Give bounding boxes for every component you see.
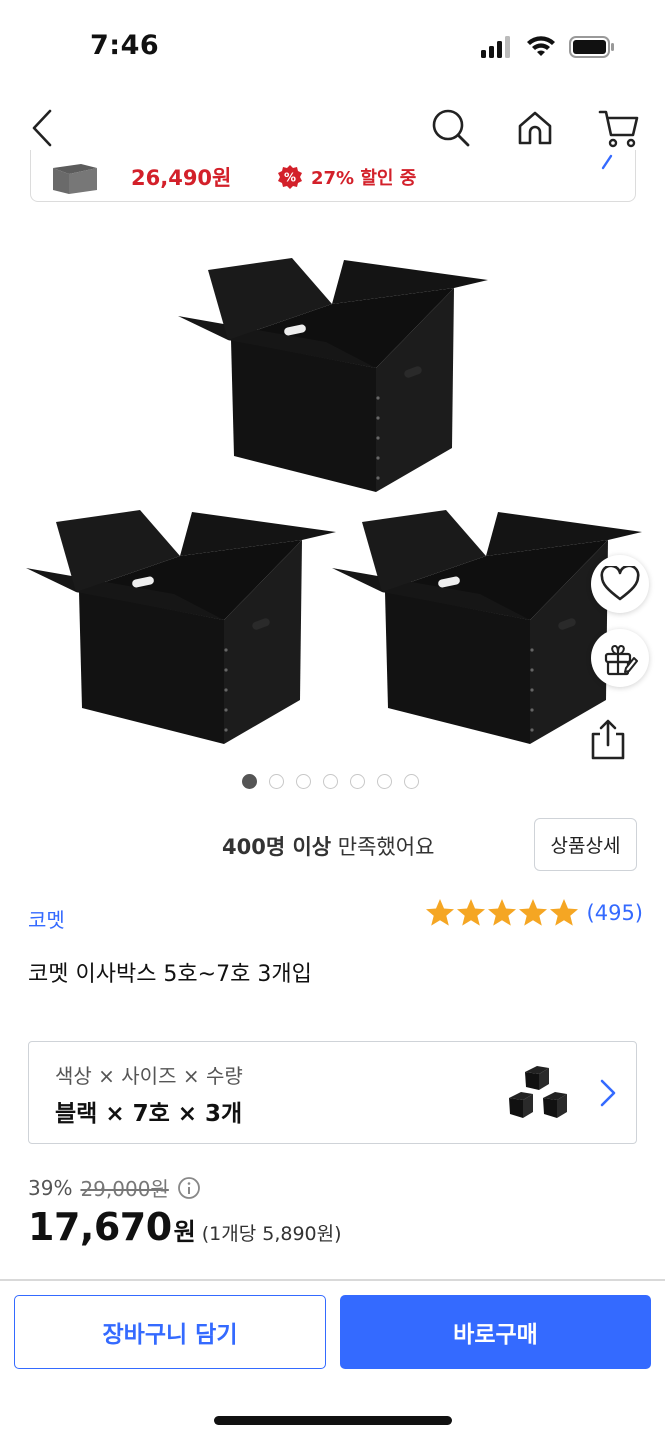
chevron-down-icon bbox=[601, 154, 613, 170]
option-selector[interactable]: 색상 × 사이즈 × 수량 블랙 × 7호 × 3개 bbox=[28, 1041, 637, 1144]
wishlist-button[interactable] bbox=[591, 555, 649, 613]
star-icon bbox=[518, 899, 547, 926]
pagination-dot[interactable] bbox=[350, 774, 365, 789]
star-icon bbox=[456, 899, 485, 926]
home-button[interactable] bbox=[513, 106, 557, 150]
home-icon bbox=[518, 111, 552, 145]
cart-icon bbox=[598, 110, 639, 148]
promo-discount: 27% 할인 중 bbox=[311, 168, 417, 189]
search-icon bbox=[432, 109, 470, 147]
pagination-dot[interactable] bbox=[296, 774, 311, 789]
product-title: 코멧 이사박스 5호~7호 3개입 bbox=[28, 962, 312, 987]
share-icon bbox=[591, 719, 625, 760]
unit-price: (1개당 5,890원) bbox=[201, 1223, 342, 1245]
sale-price-currency: 원 bbox=[173, 1218, 196, 1246]
status-bar: 7:46 bbox=[0, 0, 665, 100]
original-price: 29,000원 bbox=[80, 1177, 169, 1201]
gallery-pagination bbox=[0, 774, 665, 789]
status-time: 7:46 bbox=[90, 30, 160, 61]
review-count[interactable]: (495) bbox=[587, 901, 643, 925]
promo-price: 26,490원 bbox=[131, 166, 232, 190]
add-to-cart-button[interactable]: 장바구니 담기 bbox=[14, 1295, 326, 1369]
promo-banner[interactable]: 26,490원 % 27% 할인 중 bbox=[30, 150, 636, 202]
signal-icon bbox=[481, 36, 510, 58]
gift-button[interactable] bbox=[591, 629, 649, 687]
original-price-row: 39% 29,000원 bbox=[28, 1173, 201, 1202]
option-value: 블랙 × 7호 × 3개 bbox=[55, 1101, 243, 1127]
pagination-dot[interactable] bbox=[323, 774, 338, 789]
gift-icon bbox=[604, 644, 638, 676]
back-icon bbox=[32, 109, 52, 147]
info-icon[interactable] bbox=[177, 1176, 201, 1200]
rating[interactable]: (495) bbox=[425, 898, 643, 928]
star-icon bbox=[425, 899, 454, 926]
option-label: 색상 × 사이즈 × 수량 bbox=[55, 1064, 243, 1088]
pagination-dot[interactable] bbox=[404, 774, 419, 789]
star-icon bbox=[549, 899, 578, 926]
satisfaction-count: 400명 이상 bbox=[222, 835, 332, 859]
nav-actions bbox=[429, 106, 641, 150]
percent-badge-icon: % bbox=[278, 165, 302, 189]
option-thumbnail bbox=[509, 1066, 567, 1118]
search-button[interactable] bbox=[429, 106, 473, 150]
wifi-icon bbox=[527, 36, 555, 56]
bottom-divider bbox=[0, 1279, 665, 1281]
pagination-dot[interactable] bbox=[269, 774, 284, 789]
side-actions bbox=[591, 555, 651, 703]
status-icons bbox=[481, 36, 615, 58]
nav-bar bbox=[0, 100, 665, 156]
pagination-dot[interactable] bbox=[242, 774, 257, 789]
pagination-dot[interactable] bbox=[377, 774, 392, 789]
share-button[interactable] bbox=[585, 716, 631, 762]
product-image-box bbox=[26, 510, 336, 744]
promo-thumbnail bbox=[53, 164, 97, 194]
buy-now-button[interactable]: 바로구매 bbox=[340, 1295, 651, 1369]
sale-price: 17,670 bbox=[28, 1205, 172, 1249]
product-detail-button[interactable]: 상품상세 bbox=[534, 818, 637, 871]
product-image-gallery[interactable] bbox=[0, 220, 665, 780]
back-button[interactable] bbox=[24, 106, 60, 150]
satisfaction-text: 400명 이상 만족했어요 bbox=[222, 831, 434, 861]
discount-rate: 39% bbox=[28, 1175, 73, 1200]
chevron-right-icon bbox=[600, 1079, 616, 1107]
brand-link[interactable]: 코멧 bbox=[28, 904, 65, 933]
star-icon bbox=[487, 899, 516, 926]
heart-icon bbox=[600, 566, 640, 601]
svg-text:%: % bbox=[284, 171, 296, 185]
satisfaction-rest: 만족했어요 bbox=[331, 835, 435, 859]
home-indicator bbox=[214, 1416, 452, 1425]
sale-price-row: 17,670 원 (1개당 5,890원) bbox=[28, 1205, 342, 1249]
cart-button[interactable] bbox=[597, 106, 641, 150]
battery-icon bbox=[569, 36, 614, 58]
product-image-box bbox=[178, 258, 488, 492]
